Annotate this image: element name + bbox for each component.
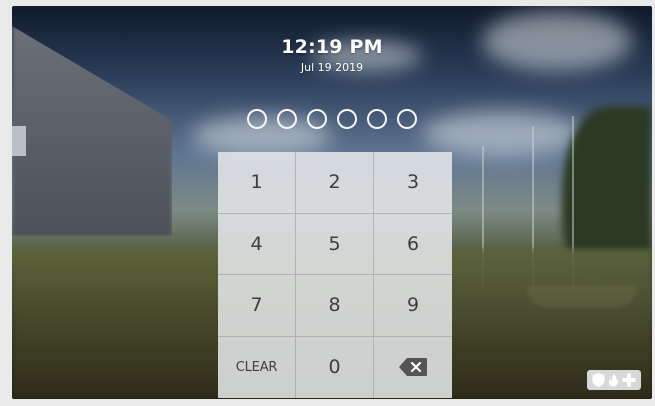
key-7[interactable]: 7 bbox=[218, 275, 296, 337]
key-1[interactable]: 1 bbox=[218, 152, 296, 214]
medical-cross-icon bbox=[622, 373, 636, 387]
key-9[interactable]: 9 bbox=[374, 275, 452, 337]
backspace-icon bbox=[399, 358, 427, 377]
key-3[interactable]: 3 bbox=[374, 152, 452, 214]
clock-date: Jul 19 2019 bbox=[300, 61, 364, 74]
clock: 12:19 PM Jul 19 2019 bbox=[12, 36, 652, 74]
pin-dot bbox=[277, 109, 297, 129]
key-6[interactable]: 6 bbox=[374, 214, 452, 275]
key-0[interactable]: 0 bbox=[296, 336, 374, 398]
status-badge[interactable] bbox=[587, 370, 641, 390]
key-8[interactable]: 8 bbox=[296, 275, 374, 337]
pin-dot bbox=[307, 109, 327, 129]
key-4[interactable]: 4 bbox=[218, 213, 296, 275]
backspace-button[interactable] bbox=[374, 337, 452, 399]
lock-screen: 12:19 PM Jul 19 2019 1 2 3 4 5 6 7 8 9 C… bbox=[12, 6, 652, 399]
key-5[interactable]: 5 bbox=[296, 213, 374, 275]
fire-icon bbox=[608, 373, 619, 387]
pin-dot bbox=[247, 109, 267, 129]
keypad: 1 2 3 4 5 6 7 8 9 CLEAR 0 bbox=[218, 152, 452, 398]
pin-dot bbox=[337, 109, 357, 129]
pin-dot bbox=[397, 109, 417, 129]
clear-button[interactable]: CLEAR bbox=[218, 336, 296, 398]
clock-time: 12:19 PM bbox=[281, 36, 383, 58]
pin-indicator bbox=[12, 109, 652, 129]
shield-icon bbox=[592, 373, 605, 387]
pin-dot bbox=[367, 109, 387, 129]
key-2[interactable]: 2 bbox=[296, 152, 374, 214]
